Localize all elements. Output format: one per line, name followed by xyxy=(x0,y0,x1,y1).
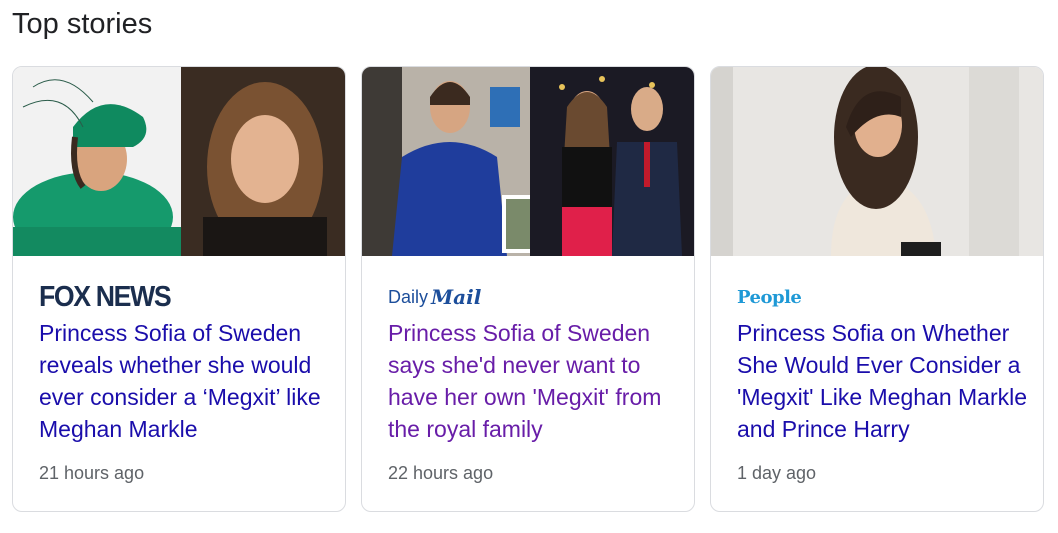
publisher-name: FOX NEWS xyxy=(39,280,172,313)
publisher-name-part1: Daily xyxy=(388,286,429,307)
story-card-people[interactable]: People Princess Sofia on Whether She Wou… xyxy=(710,66,1044,512)
story-headline[interactable]: Princess Sofia on Whether She Would Ever… xyxy=(737,317,1027,445)
story-card-fox-news[interactable]: FOX NEWS Princess Sofia of Sweden reveal… xyxy=(12,66,346,512)
story-timestamp: 1 day ago xyxy=(737,463,817,483)
story-thumbnail[interactable] xyxy=(711,67,1043,256)
publisher-name: People xyxy=(737,286,802,308)
publisher-logo-fox-news: FOX NEWS xyxy=(39,277,182,317)
publisher-name-part2: Mail xyxy=(431,285,482,309)
story-card-daily-mail[interactable]: Daily Mail Princess Sofia of Sweden says … xyxy=(361,66,695,512)
story-thumbnail[interactable] xyxy=(362,67,694,256)
story-headline[interactable]: Princess Sofia of Sweden says she'd neve… xyxy=(388,317,678,445)
story-thumbnail[interactable] xyxy=(13,67,345,256)
story-timestamp: 21 hours ago xyxy=(39,463,145,483)
story-timestamp: 22 hours ago xyxy=(388,463,494,483)
publisher-logo-daily-mail: Daily Mail xyxy=(388,277,481,317)
publisher-logo-people: People xyxy=(737,277,802,317)
section-title: Top stories xyxy=(12,8,153,40)
story-headline[interactable]: Princess Sofia of Sweden reveals whether… xyxy=(39,317,329,445)
